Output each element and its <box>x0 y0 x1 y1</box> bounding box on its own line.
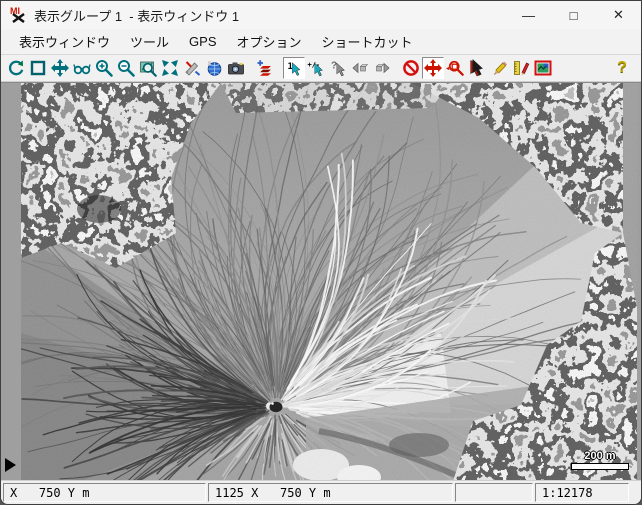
minimize-button[interactable]: — <box>506 1 551 29</box>
next-view-icon[interactable] <box>371 57 393 79</box>
redraw-icon[interactable] <box>5 57 27 79</box>
legend-view-icon[interactable] <box>532 57 554 79</box>
zoom-out-icon[interactable] <box>115 57 137 79</box>
zoom-full-icon[interactable] <box>137 57 159 79</box>
scale-bar-label: 200 m <box>571 450 629 462</box>
menu-options[interactable]: オプション <box>227 29 312 54</box>
status-position-y: X 750 Y m <box>3 483 206 502</box>
pan-tool[interactable] <box>422 57 444 79</box>
menu-shortcuts[interactable]: ショートカット <box>312 29 423 54</box>
help-icon[interactable]: ? <box>611 57 633 79</box>
geotoolbox-icon[interactable] <box>181 57 203 79</box>
tool-bar: 1 +/- ? <box>1 55 641 82</box>
svg-text:?: ? <box>331 61 337 72</box>
resize-grip[interactable] <box>631 483 639 502</box>
multi-select-tool[interactable]: +/- <box>305 57 327 79</box>
zoom-in-icon[interactable] <box>93 57 115 79</box>
full-extent-icon[interactable] <box>27 57 49 79</box>
measure-tool[interactable] <box>510 57 532 79</box>
map-view[interactable]: 200 m <box>1 82 641 480</box>
select-pointer-tool[interactable] <box>466 57 488 79</box>
snapshot-camera-icon[interactable] <box>225 57 247 79</box>
title-bar: MI 表示グループ 1 - 表示ウィンドウ 1 — □ ✕ <box>1 1 641 29</box>
cancel-icon[interactable] <box>400 57 422 79</box>
close-button[interactable]: ✕ <box>596 1 641 29</box>
menu-tools[interactable]: ツール <box>120 29 179 54</box>
scale-bar-rule <box>571 463 629 470</box>
menu-bar: 表示ウィンドウ ツール GPS オプション ショートカット <box>1 29 641 55</box>
sidebar-toggle-arrow-icon[interactable] <box>5 458 16 472</box>
menu-display-window[interactable]: 表示ウィンドウ <box>9 29 120 54</box>
locator-globe-icon[interactable] <box>203 57 225 79</box>
status-blank-field <box>455 483 533 502</box>
select-single-tool[interactable]: 1 <box>283 57 305 79</box>
previous-view-icon[interactable] <box>349 57 371 79</box>
view-glasses-icon[interactable] <box>71 57 93 79</box>
window-title: 表示グループ 1 - 表示ウィンドウ 1 <box>34 6 506 25</box>
status-bar: X 750 Y m 1125 X 750 Y m 1:12178 <box>1 480 641 504</box>
maximize-button[interactable]: □ <box>551 1 596 29</box>
sketch-pencil-tool[interactable] <box>488 57 510 79</box>
app-window: MI 表示グループ 1 - 表示ウィンドウ 1 — □ ✕ 表示ウィンドウ ツー… <box>0 0 642 505</box>
position-icon[interactable] <box>49 57 71 79</box>
scale-bar: 200 m <box>571 450 629 470</box>
what-is-help-tool[interactable]: ? <box>327 57 349 79</box>
zoom-extents-icon[interactable] <box>159 57 181 79</box>
app-logo-icon: MI <box>8 6 28 24</box>
hillshade-raster <box>21 83 637 480</box>
status-position-xy: 1125 X 750 Y m <box>208 483 453 502</box>
zoom-box-tool[interactable] <box>444 57 466 79</box>
status-map-scale: 1:12178 <box>535 483 629 502</box>
menu-gps[interactable]: GPS <box>179 31 226 52</box>
add-layer-icon[interactable] <box>254 57 276 79</box>
